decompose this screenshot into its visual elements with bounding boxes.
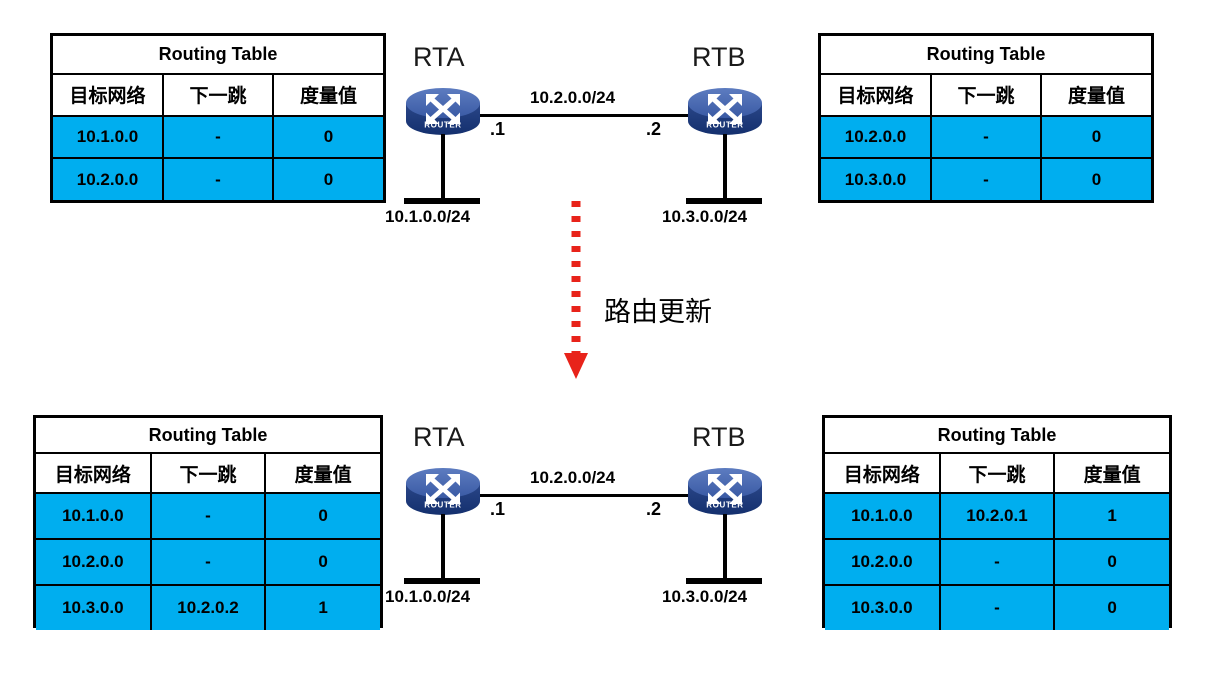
serial-link-line: [478, 114, 702, 117]
route-update-label: 路由更新: [604, 297, 712, 328]
router-icon-rtb: ROUTER: [686, 465, 764, 519]
cell-nexthop: -: [162, 157, 274, 200]
interface-label-rta: .1: [490, 119, 506, 139]
svg-text:ROUTER: ROUTER: [424, 121, 461, 130]
table-title: Routing Table: [53, 36, 383, 75]
cell-metric: 0: [1040, 114, 1151, 160]
cell-metric: 0: [264, 538, 380, 586]
cell-metric: 0: [1053, 584, 1169, 630]
table-row: 10.3.0.0 10.2.0.2 1: [36, 584, 380, 630]
table-row: 10.3.0.0 - 0: [825, 584, 1169, 630]
column-header-nexthop: 下一跳: [149, 452, 267, 494]
routing-table-rtb-after: Routing Table 目标网络 下一跳 度量值 10.1.0.0 10.2…: [822, 415, 1172, 630]
router-icon-rta: ROUTER: [404, 465, 482, 519]
cell-destination: 10.2.0.0: [825, 538, 941, 586]
lan-stem-rta: [441, 134, 445, 200]
cell-metric: 0: [1040, 157, 1151, 200]
lan-bar-rta: [404, 198, 480, 204]
cell-metric: 1: [1053, 492, 1169, 540]
cell-destination: 10.1.0.0: [36, 492, 152, 540]
cell-nexthop: 10.2.0.2: [149, 584, 267, 630]
cell-metric: 0: [272, 157, 383, 200]
cell-nexthop: -: [938, 538, 1056, 586]
cell-destination: 10.3.0.0: [825, 584, 941, 630]
interface-label-rtb: .2: [646, 499, 662, 519]
svg-text:ROUTER: ROUTER: [706, 501, 743, 510]
topology-after-update: RTA RTB 10.2.0.0/24 .1 .2 ROUTER ROUTER …: [385, 415, 810, 640]
lan-bar-rtb: [686, 578, 762, 584]
lan-label-rtb: 10.3.0.0/24: [662, 207, 748, 226]
table-title: Routing Table: [825, 418, 1169, 454]
table-row: 10.3.0.0 - 0: [821, 157, 1151, 200]
lan-label-rta: 10.1.0.0/24: [385, 207, 471, 226]
cell-metric: 1: [264, 584, 380, 630]
lan-stem-rta: [441, 514, 445, 580]
column-header-destination: 目标网络: [36, 452, 152, 494]
cell-metric: 0: [1053, 538, 1169, 586]
table-title: Routing Table: [36, 418, 380, 454]
cell-destination: 10.2.0.0: [36, 538, 152, 586]
route-update-arrow: [556, 198, 596, 382]
router-label-rta: RTA: [413, 42, 465, 72]
svg-text:ROUTER: ROUTER: [424, 501, 461, 510]
diagram-canvas: Routing Table 目标网络 下一跳 度量值 10.1.0.0 - 0 …: [0, 0, 1213, 683]
cell-destination: 10.3.0.0: [36, 584, 152, 630]
lan-bar-rta: [404, 578, 480, 584]
cell-nexthop: -: [149, 538, 267, 586]
cell-metric: 0: [272, 114, 383, 160]
lan-stem-rtb: [723, 134, 727, 200]
cell-nexthop: -: [930, 114, 1042, 160]
link-label-network: 10.2.0.0/24: [530, 468, 616, 487]
interface-label-rta: .1: [490, 499, 506, 519]
column-header-destination: 目标网络: [53, 72, 164, 117]
cell-destination: 10.2.0.0: [53, 157, 164, 200]
column-header-metric: 度量值: [272, 72, 383, 117]
router-icon-rta: ROUTER: [404, 85, 482, 139]
column-header-nexthop: 下一跳: [930, 72, 1042, 117]
interface-label-rtb: .2: [646, 119, 662, 139]
cell-nexthop: -: [938, 584, 1056, 630]
lan-bar-rtb: [686, 198, 762, 204]
lan-stem-rtb: [723, 514, 727, 580]
cell-metric: 0: [264, 492, 380, 540]
cell-destination: 10.1.0.0: [825, 492, 941, 540]
cell-nexthop: -: [162, 114, 274, 160]
column-header-destination: 目标网络: [821, 72, 932, 117]
topology-before-update: RTA RTB 10.2.0.0/24 .1 .2 ROUTER ROUTER …: [385, 35, 810, 260]
column-header-metric: 度量值: [1053, 452, 1169, 494]
column-header-nexthop: 下一跳: [162, 72, 274, 117]
column-header-nexthop: 下一跳: [938, 452, 1056, 494]
table-title: Routing Table: [821, 36, 1151, 75]
router-icon-rtb: ROUTER: [686, 85, 764, 139]
cell-destination: 10.2.0.0: [821, 114, 932, 160]
routing-table-rta-after: Routing Table 目标网络 下一跳 度量值 10.1.0.0 - 0 …: [33, 415, 383, 630]
router-label-rtb: RTB: [692, 422, 746, 452]
lan-label-rtb: 10.3.0.0/24: [662, 587, 748, 606]
table-row: 10.2.0.0 - 0: [36, 538, 380, 586]
routing-table-rtb-before: Routing Table 目标网络 下一跳 度量值 10.2.0.0 - 0 …: [818, 33, 1154, 203]
lan-label-rta: 10.1.0.0/24: [385, 587, 471, 606]
table-row: 10.2.0.0 - 0: [53, 157, 383, 200]
table-row: 10.1.0.0 10.2.0.1 1: [825, 492, 1169, 540]
cell-destination: 10.3.0.0: [821, 157, 932, 200]
serial-link-line: [478, 494, 702, 497]
router-label-rtb: RTB: [692, 42, 746, 72]
cell-destination: 10.1.0.0: [53, 114, 164, 160]
routing-table-rta-before: Routing Table 目标网络 下一跳 度量值 10.1.0.0 - 0 …: [50, 33, 386, 203]
table-row: 10.2.0.0 - 0: [825, 538, 1169, 586]
cell-nexthop: -: [930, 157, 1042, 200]
link-label-network: 10.2.0.0/24: [530, 88, 616, 107]
cell-nexthop: 10.2.0.1: [938, 492, 1056, 540]
svg-text:ROUTER: ROUTER: [706, 121, 743, 130]
table-row: 10.2.0.0 - 0: [821, 114, 1151, 160]
column-header-metric: 度量值: [1040, 72, 1151, 117]
cell-nexthop: -: [149, 492, 267, 540]
column-header-destination: 目标网络: [825, 452, 941, 494]
table-row: 10.1.0.0 - 0: [53, 114, 383, 160]
router-label-rta: RTA: [413, 422, 465, 452]
table-row: 10.1.0.0 - 0: [36, 492, 380, 540]
column-header-metric: 度量值: [264, 452, 380, 494]
